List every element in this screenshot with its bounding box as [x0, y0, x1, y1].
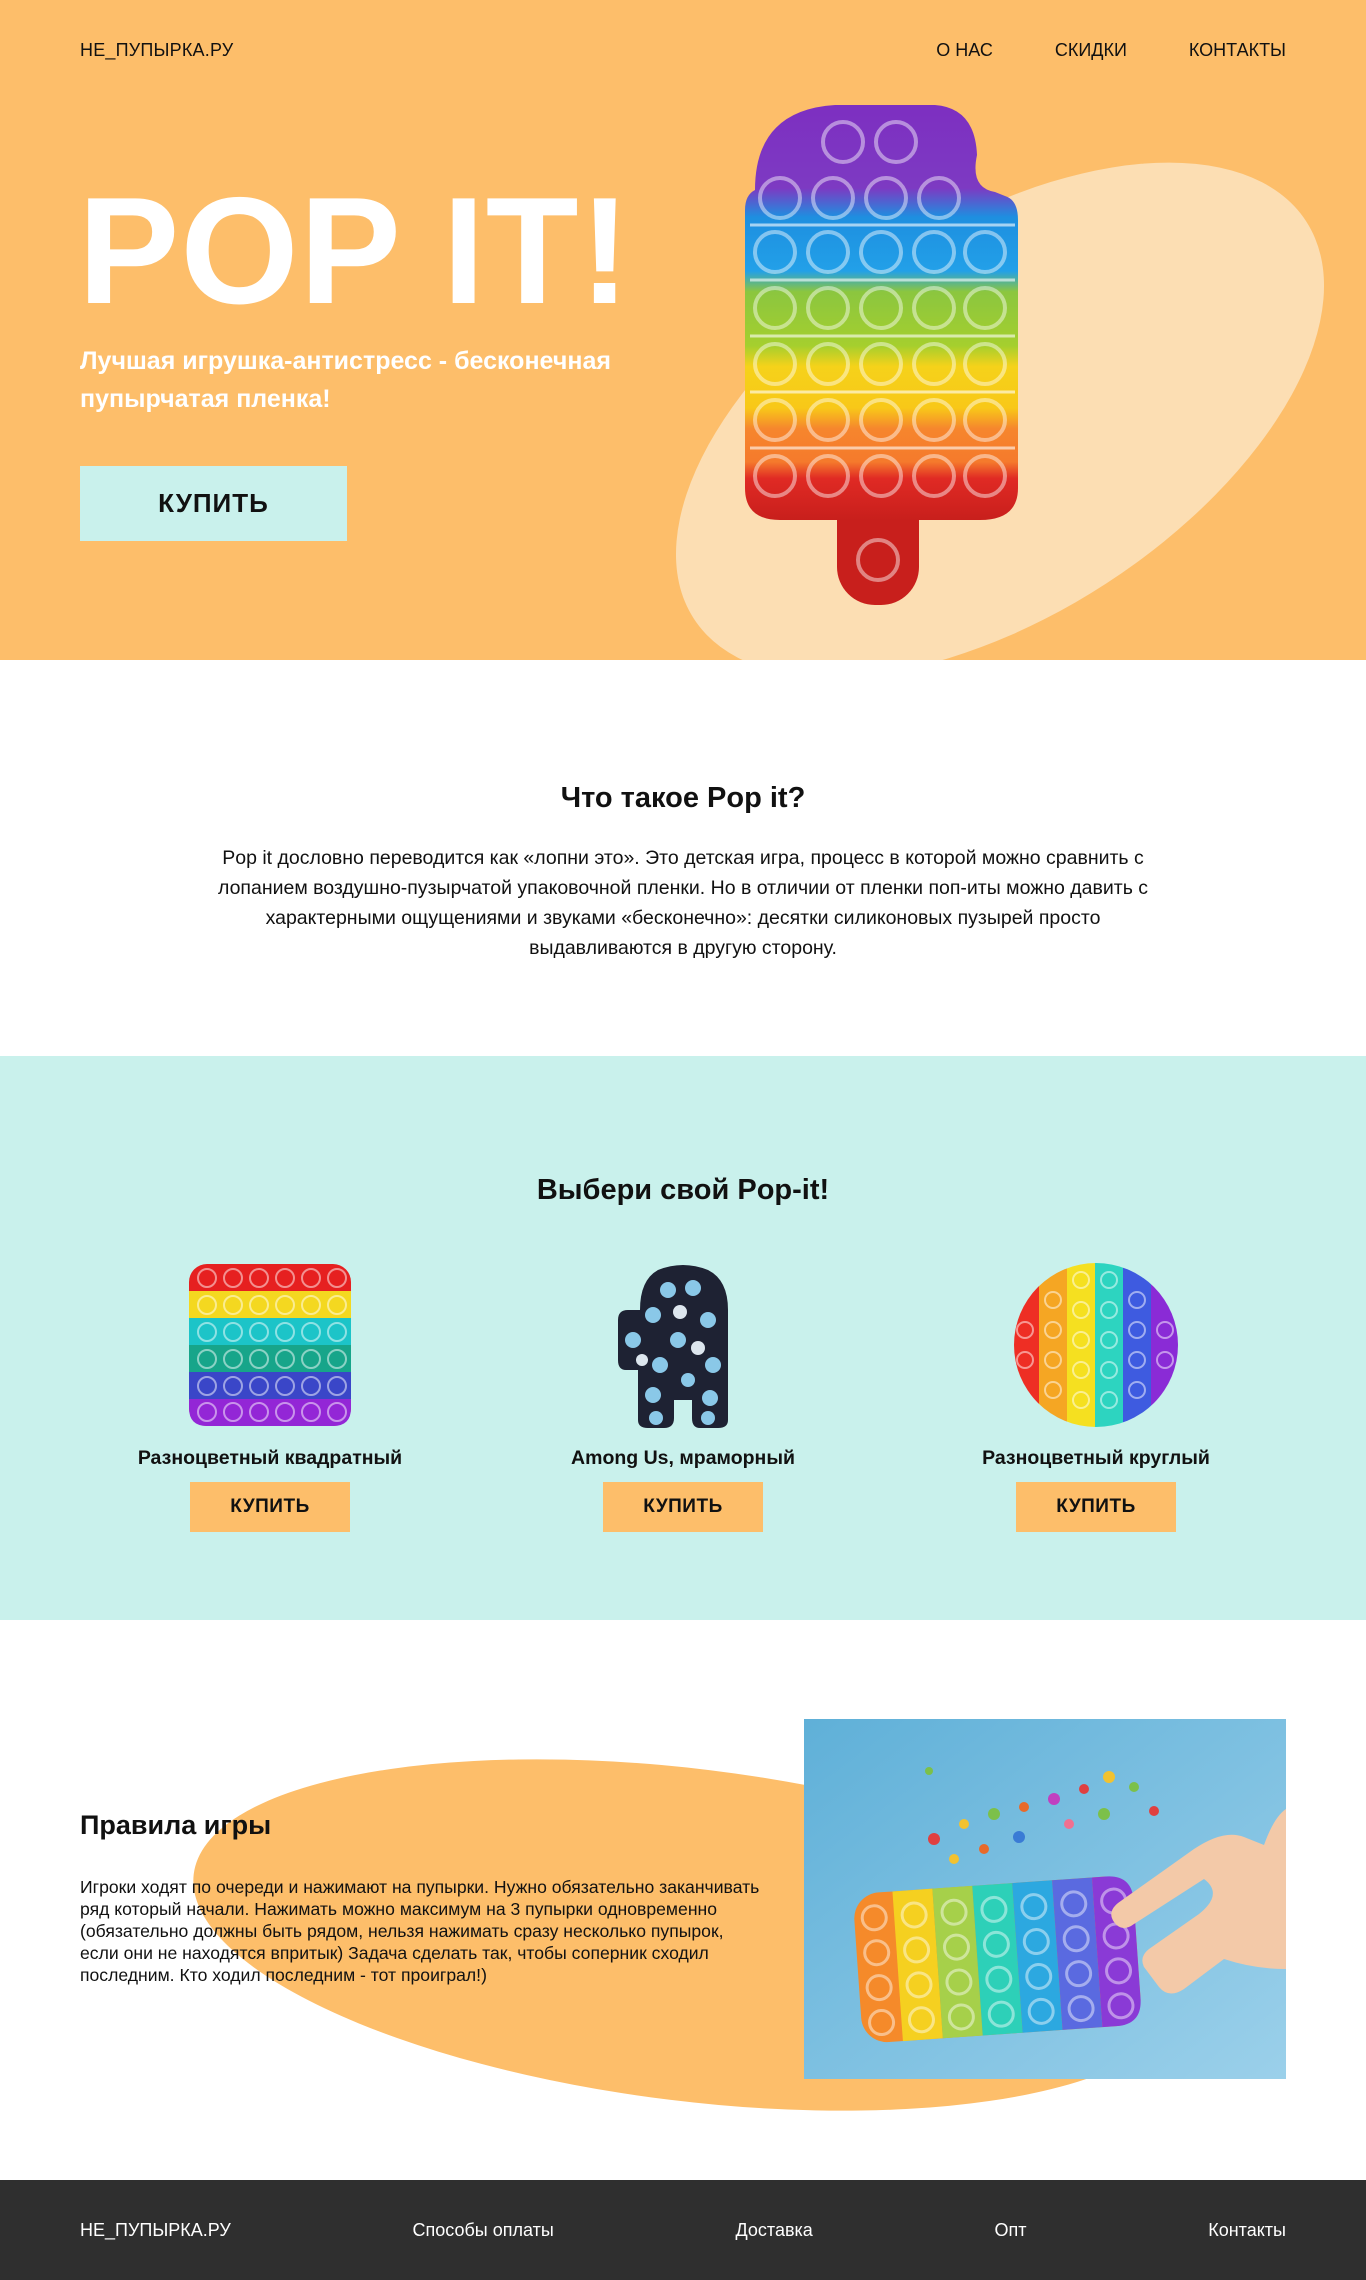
rules-section: Правила игры Игроки ходят по очереди и н… — [0, 1620, 1366, 2180]
product-card-round: Разноцветный круглый КУПИТЬ — [926, 1260, 1266, 1532]
nav-link-about[interactable]: О НАС — [936, 40, 993, 61]
footer: НЕ_ПУПЫРКА.РУ Способы оплаты Доставка Оп… — [0, 2180, 1366, 2280]
top-nav: НЕ_ПУПЫРКА.РУ О НАС СКИДКИ КОНТАКТЫ — [80, 40, 1286, 60]
hero-subtitle: Лучшая игрушка-антистресс - бесконечная … — [80, 347, 611, 413]
nav-link-contacts[interactable]: КОНТАКТЫ — [1189, 40, 1286, 61]
among-us-popit-image[interactable] — [598, 1260, 768, 1430]
hero-title: POP IT! — [78, 166, 632, 336]
what-is-section: Что такое Pop it? Pop it дословно перево… — [0, 660, 1366, 1056]
footer-logo[interactable]: НЕ_ПУПЫРКА.РУ — [80, 2220, 231, 2241]
choose-title: Выбери свой Pop-it! — [536, 1174, 830, 1206]
what-is-text: Pop it дословно переводится как «лопни э… — [217, 847, 1149, 959]
footer-link-wholesale[interactable]: Опт — [995, 2220, 1027, 2241]
footer-link-payment[interactable]: Способы оплаты — [413, 2220, 554, 2241]
game-photo — [804, 1719, 1286, 2079]
product-card-among-us: Among Us, мраморный КУПИТЬ — [513, 1260, 853, 1532]
product-buy-button[interactable]: КУПИТЬ — [603, 1482, 763, 1532]
product-buy-button[interactable]: КУПИТЬ — [190, 1482, 350, 1532]
hero-section: НЕ_ПУПЫРКА.РУ О НАС СКИДКИ КОНТАКТЫ POP … — [0, 0, 1366, 660]
choose-section: Выбери свой Pop-it! Разноцветный квадрат… — [0, 1056, 1366, 1620]
rules-text: Игроки ходят по очереди и нажимают на пу… — [80, 1877, 760, 1985]
rules-title: Правила игры — [80, 1810, 272, 1840]
what-is-title: Что такое Pop it? — [560, 782, 806, 814]
product-name: Разноцветный круглый — [982, 1447, 1210, 1469]
round-popit-image[interactable] — [1011, 1260, 1181, 1430]
product-buy-button[interactable]: КУПИТЬ — [1016, 1482, 1176, 1532]
product-card-square: Разноцветный квадратный КУПИТЬ — [100, 1260, 440, 1532]
nav-link-discounts[interactable]: СКИДКИ — [1055, 40, 1127, 61]
footer-link-contacts[interactable]: Контакты — [1208, 2220, 1286, 2241]
square-popit-image[interactable] — [185, 1260, 355, 1430]
footer-link-delivery[interactable]: Доставка — [736, 2220, 813, 2241]
hero-buy-button[interactable]: КУПИТЬ — [80, 466, 347, 541]
site-logo[interactable]: НЕ_ПУПЫРКА.РУ — [80, 40, 233, 61]
nav-links: О НАС СКИДКИ КОНТАКТЫ — [936, 40, 1286, 61]
popsicle-popit-image — [745, 105, 1018, 605]
product-name: Among Us, мраморный — [571, 1447, 795, 1469]
product-name: Разноцветный квадратный — [137, 1447, 403, 1469]
